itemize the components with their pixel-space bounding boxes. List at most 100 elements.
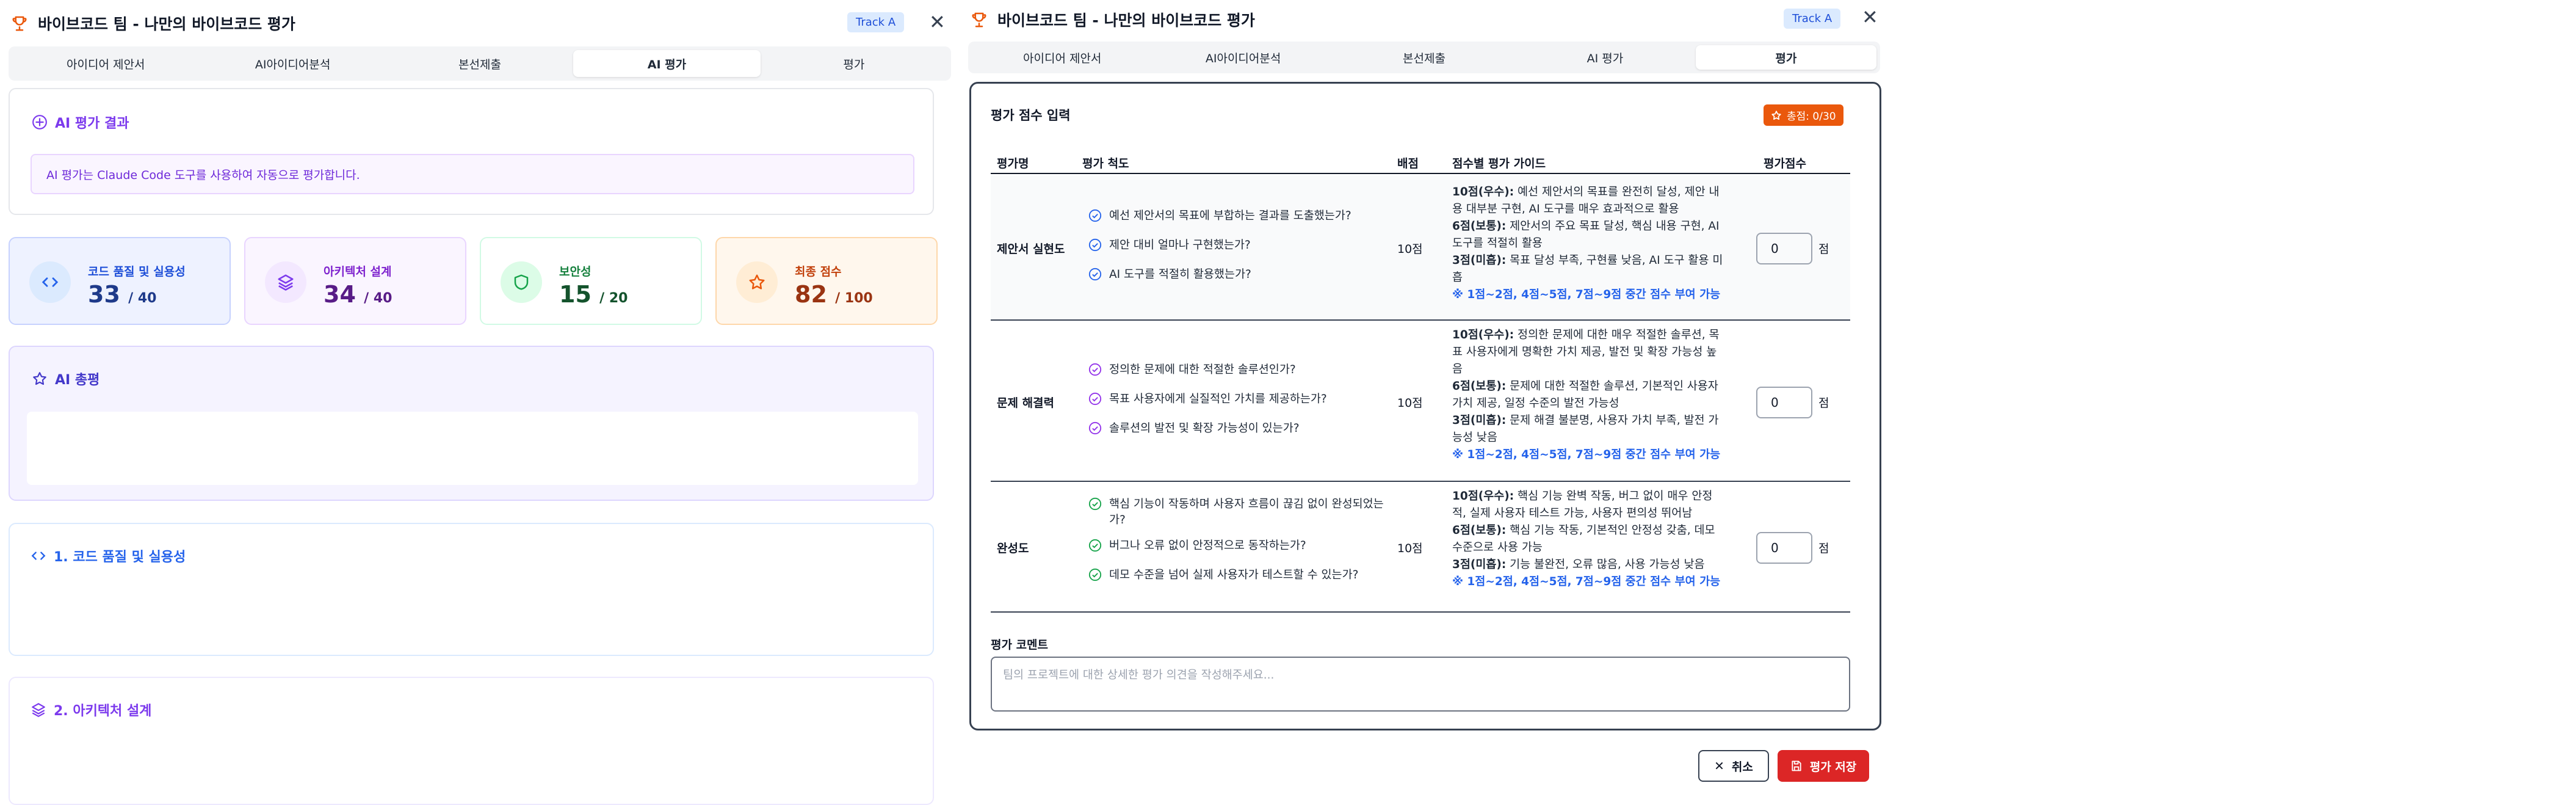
panel-header: 바이브코드 팀 - 나만의 바이브코드 평가 Track A ✕: [969, 5, 1893, 34]
check-circle-icon: [1088, 497, 1102, 511]
star-icon: [1771, 110, 1781, 120]
guide-line: 3점(미흡): 기능 불완전, 오류 많음, 사용 가능성 낮음: [1452, 558, 1705, 571]
criteria-item: 정의한 문제에 대한 적절한 솔루션인가?: [1088, 362, 1394, 378]
tab-evaluation[interactable]: 평가: [761, 50, 947, 77]
guide-line: 6점(보통): 제안서의 주요 목표 달성, 핵심 내용 구현, AI 도구를 …: [1452, 220, 1720, 250]
metric-value: 82 / 100: [795, 281, 873, 308]
score-unit: 점: [1818, 396, 1829, 410]
col-name: 평가명: [997, 157, 1029, 170]
scoring-guide: 10점(우수): 핵심 기능 완벽 작동, 버그 없이 매우 안정적, 실제 사…: [1452, 488, 1726, 591]
criteria-item: 솔루션의 발전 및 확장 가능성이 있는가?: [1088, 421, 1394, 437]
save-icon: [1792, 760, 1801, 771]
tab-ai-idea-analysis[interactable]: AI아이디어분석: [1152, 45, 1333, 70]
table-row: 완성도 핵심 기능이 작동하며 사용자 흐름이 끊김 없이 완성되었는가? 버그…: [991, 483, 1850, 613]
tab-ai-evaluation[interactable]: AI 평가: [1514, 45, 1695, 70]
section-title: 2. 아키텍처 설계: [54, 704, 152, 719]
close-icon: ✕: [1714, 759, 1724, 773]
criteria-item: 핵심 기능이 작동하며 사용자 흐름이 끊김 없이 완성되었는가?: [1088, 497, 1394, 528]
metric-label: 보안성: [559, 265, 592, 279]
col-guide: 점수별 평가 가이드: [1452, 157, 1546, 170]
row-points: 10점: [1397, 542, 1423, 555]
section-heading: 1. 코드 품질 및 실용성: [31, 546, 186, 566]
cancel-button[interactable]: ✕ 취소: [1698, 750, 1769, 782]
tab-final-submission[interactable]: 본선제출: [386, 50, 573, 77]
check-circle-icon: [1088, 421, 1102, 435]
tab-ai-idea-analysis[interactable]: AI아이디어분석: [199, 50, 386, 77]
tab-proposal[interactable]: 아이디어 제안서: [12, 50, 199, 77]
score-input[interactable]: 0: [1756, 532, 1812, 564]
evaluation-panel: 바이브코드 팀 - 나만의 바이브코드 평가 Track A ✕ 아이디어 제안…: [960, 0, 1903, 793]
score-input[interactable]: 0: [1756, 233, 1812, 264]
tab-bar: 아이디어 제안서 AI아이디어분석 본선제출 AI 평가 평가: [968, 42, 1880, 73]
ai-evaluation-panel: 바이브코드 팀 - 나만의 바이브코드 평가 Track A ✕ 아이디어 제안…: [0, 0, 964, 805]
comment-textarea[interactable]: 팀의 프로젝트에 대한 상세한 평가 의견을 작성해주세요...: [991, 657, 1850, 712]
ai-notice: AI 평가는 Claude Code 도구를 사용하여 자동으로 평가합니다.: [31, 154, 914, 194]
check-circle-icon: [1088, 209, 1102, 222]
criteria-item: 버그나 오류 없이 안정적으로 동작하는가?: [1088, 538, 1394, 554]
check-circle-icon: [1088, 363, 1102, 376]
code-icon: [29, 261, 71, 303]
scoring-guide: 10점(우수): 예선 제안서의 목표를 완전히 달성, 제안 내용 대부분 구…: [1452, 184, 1726, 304]
star-icon: [33, 372, 46, 385]
guide-line: 10점(우수): 핵심 기능 완벽 작동, 버그 없이 매우 안정적, 실제 사…: [1452, 490, 1713, 520]
row-points: 10점: [1397, 396, 1423, 410]
tab-proposal[interactable]: 아이디어 제안서: [972, 45, 1152, 70]
score-input[interactable]: 0: [1756, 387, 1812, 418]
track-badge: Track A: [847, 12, 905, 32]
guide-line: 10점(우수): 정의한 문제에 대한 매우 적절한 솔루션, 목표 사용자에게…: [1452, 329, 1720, 376]
metric-label: 코드 품질 및 실용성: [88, 265, 186, 279]
ai-summary-heading: AI 총평: [32, 369, 99, 388]
row-name: 제안서 실현도: [997, 242, 1065, 256]
save-label: 평가 저장: [1809, 760, 1857, 774]
tab-bar: 아이디어 제안서 AI아이디어분석 본선제출 AI 평가 평가: [9, 46, 951, 81]
code-icon: [31, 552, 46, 560]
layers-icon: [32, 703, 45, 717]
metric-architecture: 아키텍처 설계 34 / 40: [244, 237, 466, 325]
row-name: 완성도: [997, 542, 1029, 555]
panel-header: 바이브코드 팀 - 나만의 바이브코드 평가 Track A ✕: [10, 9, 950, 38]
guide-line: 3점(미흡): 목표 달성 부족, 구현률 낮음, AI 도구 활용 미흡: [1452, 254, 1723, 284]
score-unit: 점: [1818, 242, 1829, 256]
criteria-item: 데모 수준을 넘어 실제 사용자가 테스트할 수 있는가?: [1088, 567, 1394, 583]
check-circle-icon: [1088, 568, 1102, 581]
guide-line: 3점(미흡): 문제 해결 불분명, 사용자 가치 부족, 발전 가능성 낮음: [1452, 414, 1719, 444]
guide-note: ※ 1점~2점, 4점~5점, 7점~9점 중간 점수 부여 가능: [1452, 575, 1721, 588]
close-icon[interactable]: ✕: [1862, 7, 1878, 27]
metric-value: 15 / 20: [559, 281, 628, 308]
close-icon[interactable]: ✕: [929, 12, 946, 32]
table-row: 문제 해결력 정의한 문제에 대한 적절한 솔루션인가? 목표 사용자에게 실질…: [991, 322, 1850, 482]
metric-final-score: 최종 점수 82 / 100: [715, 237, 938, 325]
tab-evaluation[interactable]: 평가: [1695, 45, 1877, 70]
ai-result-heading: AI 평가 결과: [32, 112, 129, 132]
col-score: 평가점수: [1764, 157, 1806, 170]
form-title: 평가 점수 입력: [991, 108, 1071, 123]
guide-line: 6점(보통): 문제에 대한 적절한 솔루션, 기본적인 사용자 가치 제공, …: [1452, 380, 1718, 410]
guide-line: 10점(우수): 예선 제안서의 목표를 완전히 달성, 제안 내용 대부분 구…: [1452, 186, 1720, 216]
col-criteria: 평가 척도: [1082, 157, 1129, 170]
score-unit: 점: [1818, 542, 1829, 555]
tab-ai-evaluation[interactable]: AI 평가: [573, 50, 761, 77]
panel-title: 바이브코드 팀 - 나만의 바이브코드 평가: [997, 12, 1255, 29]
save-button[interactable]: 평가 저장: [1778, 750, 1869, 782]
guide-line: 6점(보통): 핵심 기능 작동, 기본적인 안정성 갖춤, 데모 수준으로 사…: [1452, 524, 1715, 554]
section-architecture: 2. 아키텍처 설계: [9, 677, 934, 805]
metric-label: 최종 점수: [795, 265, 842, 279]
total-score-text: 총점: 0/30: [1787, 111, 1836, 123]
trophy-icon: [10, 13, 29, 33]
metric-value: 33 / 40: [88, 281, 157, 308]
check-circle-icon: [1088, 539, 1102, 552]
ai-summary-card: AI 총평: [9, 346, 934, 501]
metric-security: 보안성 15 / 20: [480, 237, 702, 325]
cancel-label: 취소: [1731, 760, 1753, 774]
panel-title: 바이브코드 팀 - 나만의 바이브코드 평가: [38, 15, 295, 33]
score-form-card: 평가 점수 입력 총점: 0/30 평가명 평가 척도 배점 점수별 평가 가이…: [969, 82, 1881, 730]
check-circle-icon: [1088, 392, 1102, 406]
ai-result-card: AI 평가 결과 AI 평가는 Claude Code 도구를 사용하여 자동으…: [9, 88, 934, 215]
total-score-badge: 총점: 0/30: [1764, 104, 1843, 126]
table-row: 제안서 실현도 예선 제안서의 목표에 부합하는 결과를 도출했는가? 제안 대…: [991, 175, 1850, 321]
tab-final-submission[interactable]: 본선제출: [1334, 45, 1514, 70]
metric-value: 34 / 40: [324, 281, 393, 308]
section-code-quality: 1. 코드 품질 및 실용성: [9, 523, 934, 656]
section-title: 1. 코드 품질 및 실용성: [54, 550, 186, 565]
track-badge: Track A: [1784, 9, 1841, 29]
